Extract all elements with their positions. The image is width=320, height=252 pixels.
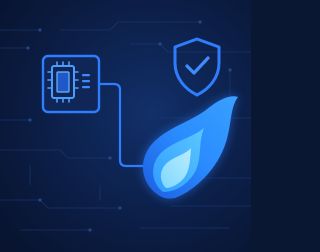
security-illustration <box>0 0 251 252</box>
illustration-canvas <box>0 0 251 252</box>
microchip-icon <box>41 54 101 114</box>
